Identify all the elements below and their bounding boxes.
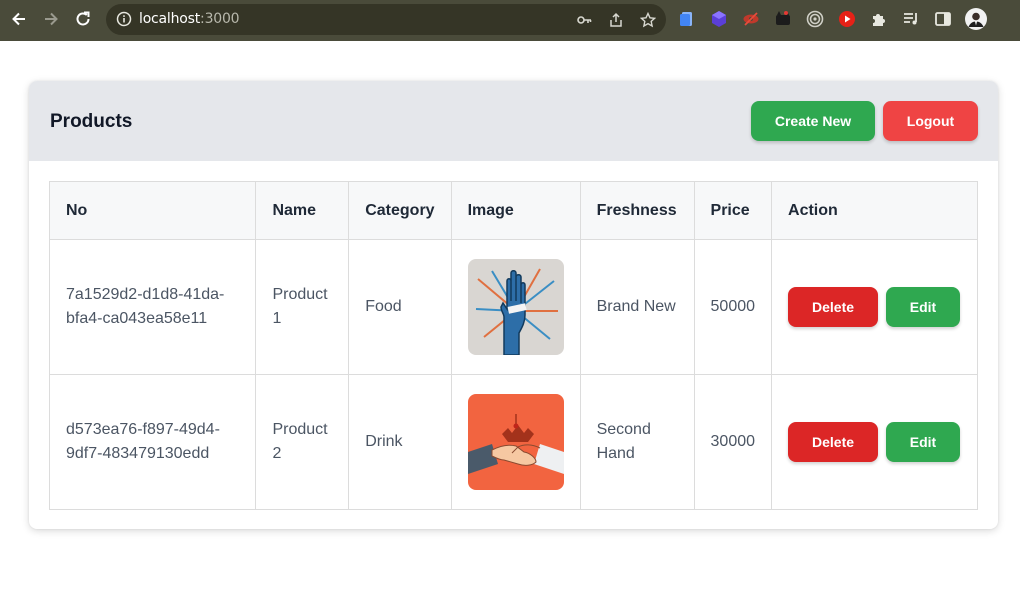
edit-button[interactable]: Edit: [886, 422, 961, 462]
target-extension-icon[interactable]: [806, 10, 824, 28]
product-image-cell: [450, 239, 581, 375]
product-category: Drink: [348, 374, 452, 510]
arrow-right-icon: [45, 12, 58, 26]
column-header-no: No: [48, 181, 257, 240]
info-icon[interactable]: [116, 11, 132, 27]
forward-button[interactable]: [41, 9, 61, 29]
row-actions: Delete Edit: [788, 422, 961, 462]
product-price: 50000: [693, 239, 773, 375]
delete-button[interactable]: Delete: [788, 287, 879, 327]
address-bar[interactable]: localhost:3000: [106, 4, 666, 35]
product-image-cell: [450, 374, 581, 510]
product-actions: Delete Edit: [771, 374, 978, 510]
column-header-image: Image: [450, 181, 581, 240]
edit-button[interactable]: Edit: [886, 287, 961, 327]
product-price: 30000: [693, 374, 773, 510]
back-button[interactable]: [9, 9, 29, 29]
product-freshness: Brand New: [579, 239, 695, 375]
column-header-freshness: Freshness: [579, 181, 695, 240]
column-header-name: Name: [255, 181, 350, 240]
table-row: d573ea76-f897-49d4-9df7-483479130edd Pro…: [48, 374, 978, 510]
url-host: localhost: [139, 11, 201, 27]
profile-avatar[interactable]: [965, 8, 987, 30]
product-id: 7a1529d2-d1d8-41da-bfa4-ca043ea58e11: [48, 239, 257, 375]
products-table: No Name Category Image Freshness Price A…: [48, 181, 978, 510]
table-row: 7a1529d2-d1d8-41da-bfa4-ca043ea58e11 Pro…: [48, 239, 978, 375]
key-icon[interactable]: [576, 12, 592, 28]
url-text: localhost:3000: [139, 11, 240, 27]
product-category: Food: [348, 239, 452, 375]
cube-extension-icon[interactable]: [710, 10, 728, 28]
column-header-category: Category: [348, 181, 452, 240]
eye-off-extension-icon[interactable]: [742, 10, 760, 28]
card-header: Products Create New Logout: [29, 81, 998, 161]
product-id: d573ea76-f897-49d4-9df7-483479130edd: [48, 374, 257, 510]
delete-button[interactable]: Delete: [788, 422, 879, 462]
share-icon[interactable]: [608, 12, 624, 28]
url-port: :3000: [200, 11, 240, 27]
product-name: Product 1: [255, 239, 350, 375]
product-actions: Delete Edit: [771, 239, 978, 375]
create-new-button[interactable]: Create New: [751, 101, 875, 141]
media-queue-icon[interactable]: [902, 10, 920, 28]
table-header-row: No Name Category Image Freshness Price A…: [48, 181, 978, 240]
column-header-price: Price: [693, 181, 773, 240]
cat-extension-icon[interactable]: [774, 10, 792, 28]
handshake-image: [467, 394, 564, 490]
page-title: Products: [50, 111, 133, 132]
side-panel-icon[interactable]: [934, 10, 952, 28]
puzzle-extensions-icon[interactable]: [870, 10, 888, 28]
browser-toolbar: localhost:3000: [0, 0, 1020, 41]
column-header-action: Action: [771, 181, 978, 240]
product-freshness: Second Hand: [579, 374, 695, 510]
docs-extension-icon[interactable]: [678, 10, 696, 28]
products-card: Products Create New Logout No Name Categ…: [29, 81, 998, 529]
star-icon[interactable]: [640, 12, 656, 28]
youtube-extension-icon[interactable]: [838, 10, 856, 28]
raised-hand-image: [467, 259, 564, 355]
reload-button[interactable]: [73, 9, 93, 29]
logout-button[interactable]: Logout: [883, 101, 978, 141]
product-name: Product 2: [255, 374, 350, 510]
row-actions: Delete Edit: [788, 287, 961, 327]
reload-icon: [76, 11, 90, 26]
arrow-left-icon: [12, 12, 25, 26]
